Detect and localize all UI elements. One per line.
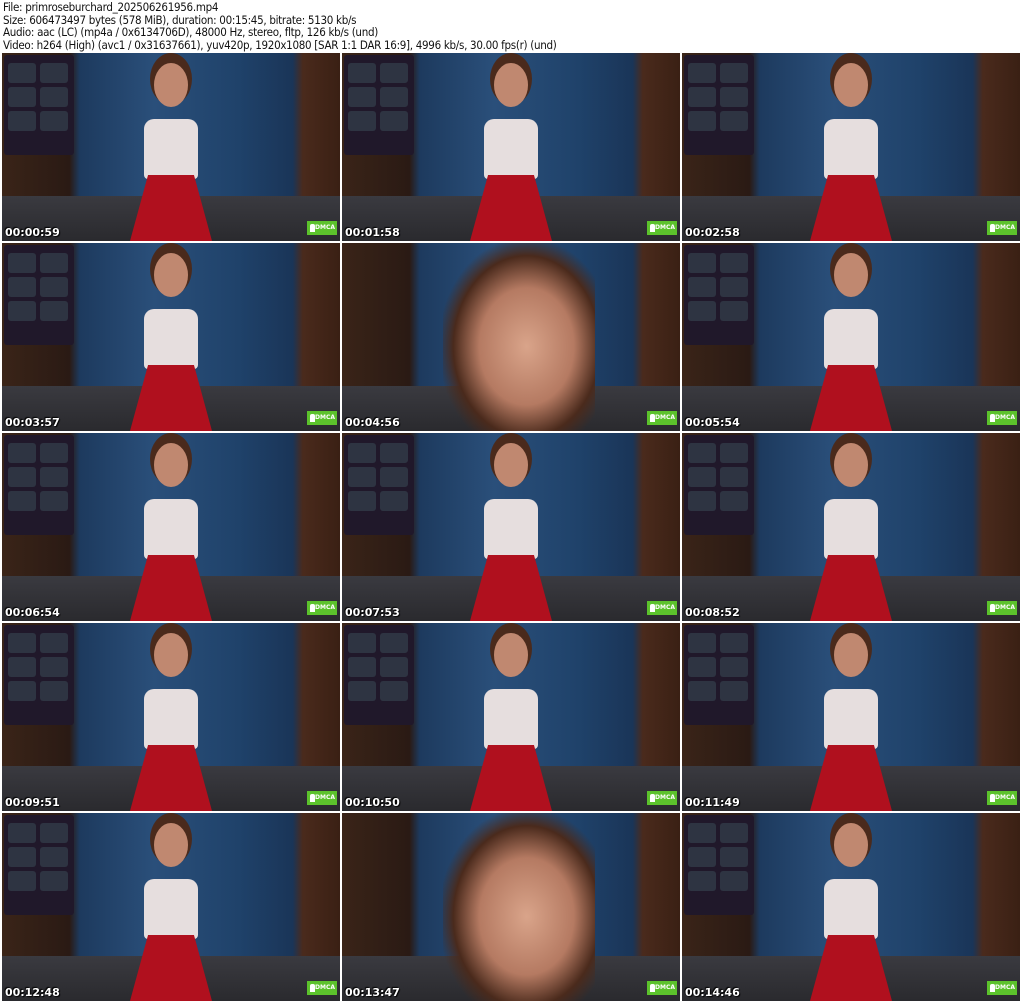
performer [116,443,226,621]
dmca-badge: DMCA [307,791,337,805]
video-thumbnail[interactable]: 00:07:53 DMCA [342,433,680,621]
video-thumbnail[interactable]: 00:09:51 DMCA [2,623,340,811]
timestamp: 00:00:59 [5,226,60,239]
dmca-badge: DMCA [307,221,337,235]
dmca-badge: DMCA [307,601,337,615]
lovense-panel [4,815,74,915]
video-thumbnail[interactable]: 00:05:54 DMCA [682,243,1020,431]
lovense-panel [344,55,414,155]
dmca-badge: DMCA [647,981,677,995]
performer [456,443,566,621]
performer [116,253,226,431]
lovense-panel [4,245,74,345]
lovense-panel [4,435,74,535]
dmca-badge: DMCA [647,411,677,425]
video-thumbnail[interactable]: 00:03:57 DMCA [2,243,340,431]
video-thumbnail[interactable]: 00:02:58 DMCA [682,53,1020,241]
timestamp: 00:02:58 [685,226,740,239]
lovense-panel [684,245,754,345]
lovense-panel [4,625,74,725]
timestamp: 00:08:52 [685,606,740,619]
timestamp: 00:09:51 [5,796,60,809]
lovense-panel [684,435,754,535]
dmca-badge: DMCA [647,221,677,235]
closeup-face [443,813,596,1001]
lovense-panel [344,625,414,725]
timestamp: 00:01:58 [345,226,400,239]
dmca-badge: DMCA [987,601,1017,615]
video-thumbnail[interactable]: 00:00:59 DMCA [2,53,340,241]
dmca-badge: DMCA [987,791,1017,805]
performer [796,823,906,1001]
timestamp: 00:07:53 [345,606,400,619]
video-thumbnail[interactable]: 00:06:54 DMCA [2,433,340,621]
dmca-badge: DMCA [987,221,1017,235]
thumbnail-grid: 00:00:59 DMCA 00:01:58 DMCA 00:02:58 DMCA 00:0… [2,53,1020,1001]
performer [796,63,906,241]
audio-info: Audio: aac (LC) (mp4a / 0x6134706D), 480… [3,25,378,40]
performer [456,633,566,811]
performer [456,63,566,241]
timestamp: 00:14:46 [685,986,740,999]
dmca-badge: DMCA [987,411,1017,425]
video-thumbnail[interactable]: 00:13:47 DMCA [342,813,680,1001]
dmca-badge: DMCA [647,601,677,615]
performer [116,633,226,811]
timestamp: 00:11:49 [685,796,740,809]
lovense-panel [344,435,414,535]
timestamp: 00:04:56 [345,416,400,429]
performer [796,633,906,811]
lovense-panel [684,55,754,155]
file-info: File: primroseburchard_202506261956.mp4 … [3,1,557,51]
timestamp: 00:03:57 [5,416,60,429]
dmca-badge: DMCA [987,981,1017,995]
performer [116,823,226,1001]
video-thumbnail[interactable]: 00:04:56 DMCA [342,243,680,431]
timestamp: 00:06:54 [5,606,60,619]
performer [796,253,906,431]
dmca-badge: DMCA [307,981,337,995]
video-thumbnail[interactable]: 00:01:58 DMCA [342,53,680,241]
timestamp: 00:10:50 [345,796,400,809]
lovense-panel [4,55,74,155]
video-thumbnail[interactable]: 00:10:50 DMCA [342,623,680,811]
file-name: File: primroseburchard_202506261956.mp4 [3,0,219,14]
lovense-panel [684,815,754,915]
performer [116,63,226,241]
performer [796,443,906,621]
video-info: Video: h264 (High) (avc1 / 0x31637661), … [3,37,557,52]
video-thumbnail[interactable]: 00:08:52 DMCA [682,433,1020,621]
video-thumbnail[interactable]: 00:11:49 DMCA [682,623,1020,811]
video-thumbnail[interactable]: 00:14:46 DMCA [682,813,1020,1001]
timestamp: 00:13:47 [345,986,400,999]
dmca-badge: DMCA [647,791,677,805]
dmca-badge: DMCA [307,411,337,425]
timestamp: 00:12:48 [5,986,60,999]
lovense-panel [684,625,754,725]
closeup-face [443,243,596,431]
video-thumbnail[interactable]: 00:12:48 DMCA [2,813,340,1001]
timestamp: 00:05:54 [685,416,740,429]
